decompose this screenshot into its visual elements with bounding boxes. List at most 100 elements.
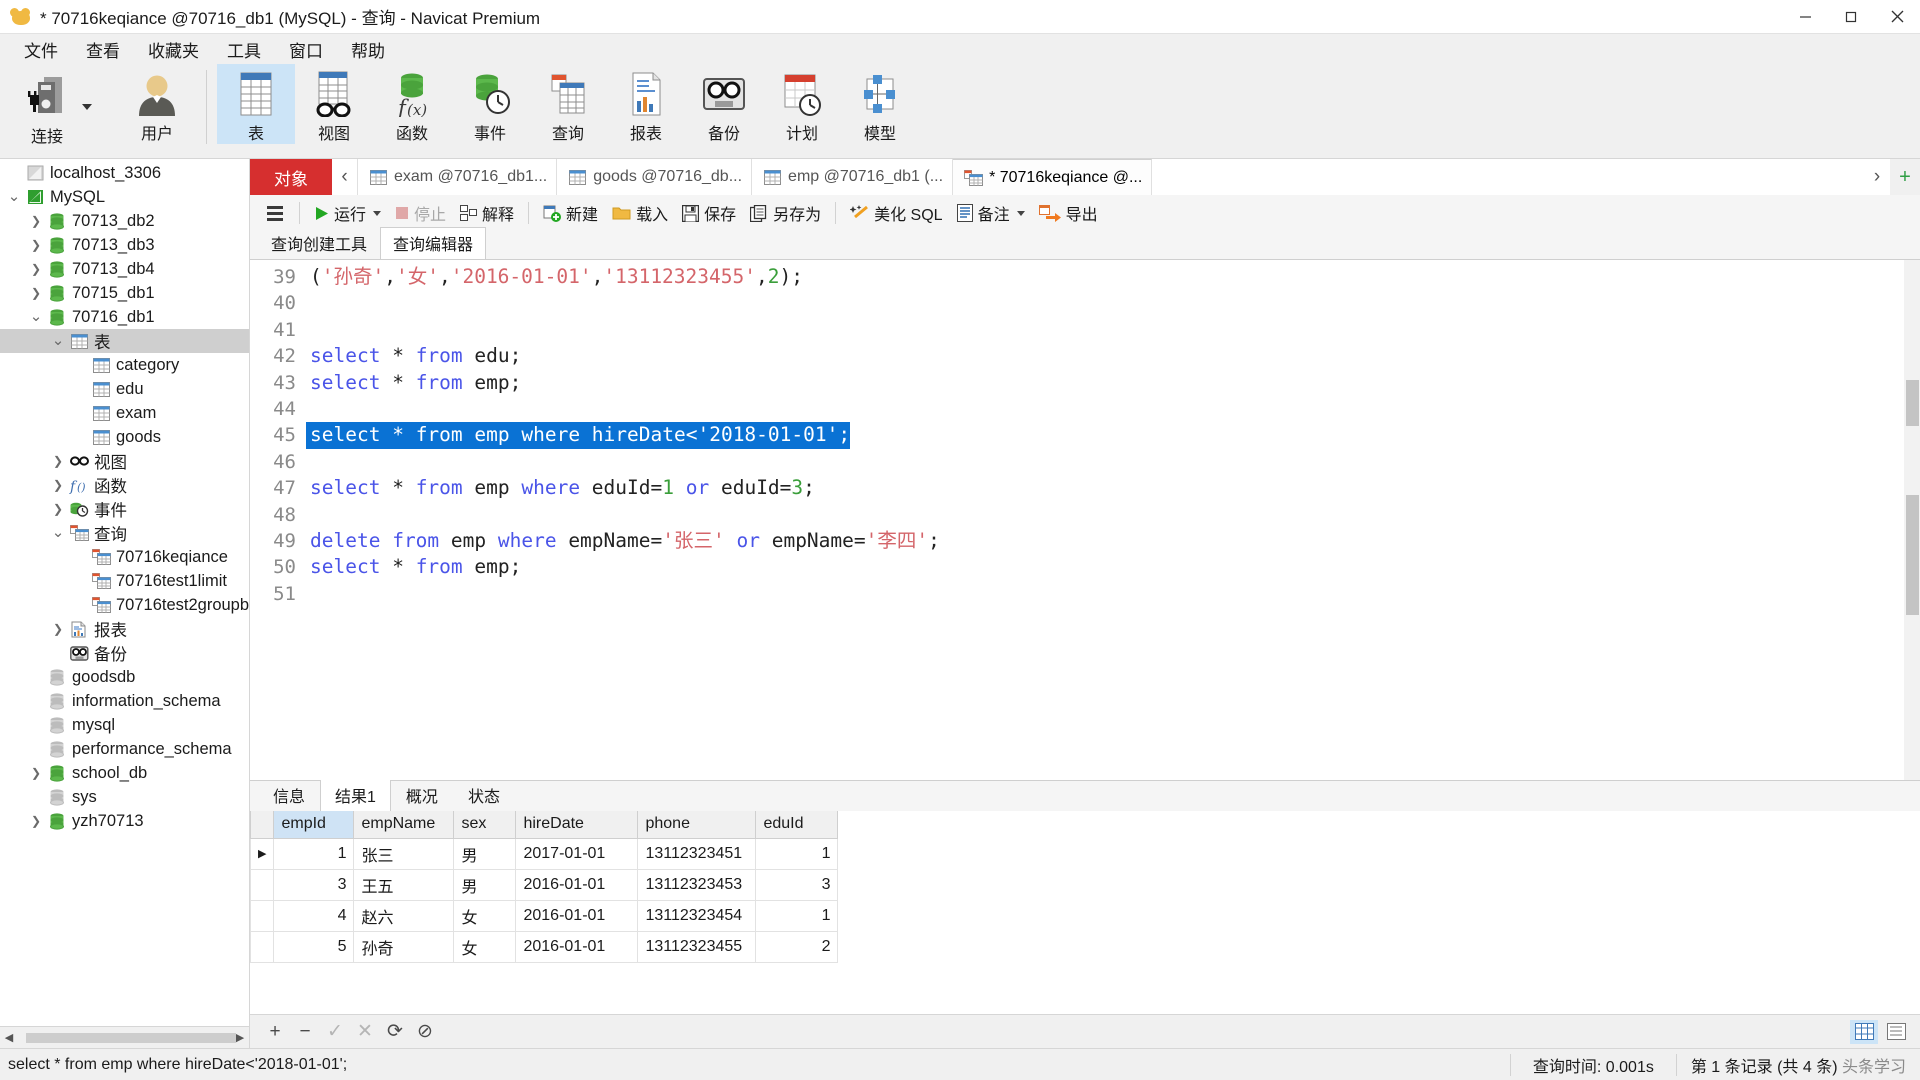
table-cell[interactable]: 2016-01-01 [515, 869, 639, 901]
table-cell[interactable]: 1 [273, 838, 355, 870]
table-cell[interactable]: 2016-01-01 [515, 900, 639, 932]
new-button[interactable]: 新建 [536, 199, 605, 227]
sidebar-item-[interactable]: ⌄ 查询 [0, 521, 249, 545]
minimize-button[interactable] [1782, 0, 1828, 34]
table-row[interactable]: 5 孙奇女 2016-01-01 13112323455 2 [250, 931, 839, 963]
table-cell[interactable]: 2017-01-01 [515, 838, 639, 870]
sidebar-item-[interactable]: ❯ f() 函数 [0, 473, 249, 497]
table-cell[interactable]: 王五 [353, 869, 455, 901]
save-as-button[interactable]: 另存为 [743, 199, 828, 227]
sidebar-item-performance_schema[interactable]: performance_schema [0, 737, 249, 761]
sidebar-item-yzh70713[interactable]: ❯ yzh70713 [0, 809, 249, 833]
table-cell[interactable]: 2 [755, 931, 839, 963]
result-tab[interactable]: 结果1 [320, 778, 391, 811]
table-cell[interactable]: 男 [453, 869, 517, 901]
document-tab[interactable]: exam @70716_db1... [358, 159, 558, 195]
sidebar-item-70713_db4[interactable]: ❯ 70713_db4 [0, 257, 249, 281]
document-tab[interactable]: * 70716keqiance @... [953, 159, 1153, 195]
toolbar-function[interactable]: f (x) 函数 [373, 64, 451, 144]
table-cell[interactable]: 13112323451 [637, 838, 757, 870]
toolbar-report[interactable]: 报表 [607, 64, 685, 144]
table-cell[interactable]: 赵六 [353, 900, 455, 932]
sidebar-item-70716keqiance[interactable]: 70716keqiance [0, 545, 249, 569]
sidebar-item-[interactable]: ❯ 事件 [0, 497, 249, 521]
sidebar-item-70715_db1[interactable]: ❯ 70715_db1 [0, 281, 249, 305]
chevron-right-icon[interactable]: ❯ [26, 262, 46, 276]
table-cell[interactable]: 13112323453 [637, 869, 757, 901]
column-header[interactable]: empName [353, 811, 455, 839]
document-tab[interactable]: emp @70716_db1 (... [752, 159, 954, 195]
export-button[interactable]: 导出 [1032, 199, 1105, 227]
code-line[interactable]: select * from emp; [306, 370, 1920, 396]
sidebar-item-70716test2groupby[interactable]: 70716test2groupby [0, 593, 249, 617]
result-table[interactable]: empId empName sex hireDate phone eduId ▶ 1 张三男 20… [250, 811, 839, 963]
chevron-down-icon[interactable]: ⌄ [48, 525, 68, 540]
table-cell[interactable]: 张三 [353, 838, 455, 870]
menu-favorites[interactable]: 收藏夹 [134, 34, 213, 65]
chevron-down-icon[interactable] [82, 104, 92, 110]
sidebar-item-category[interactable]: category [0, 353, 249, 377]
table-row[interactable]: 4 赵六女 2016-01-01 13112323454 1 [250, 900, 839, 932]
new-tab-button[interactable]: + [1890, 159, 1920, 195]
menu-help[interactable]: 帮助 [337, 34, 399, 65]
table-cell[interactable]: 4 [273, 900, 355, 932]
sidebar-item-exam[interactable]: exam [0, 401, 249, 425]
sidebar-item-[interactable]: ❯ 视图 [0, 449, 249, 473]
scroll-left-icon[interactable]: ◀ [0, 1031, 18, 1044]
toolbar-table[interactable]: 表 [217, 64, 295, 144]
code-line[interactable]: select * from emp where eduId=1 or eduId… [306, 475, 1920, 501]
hamburger-icon[interactable] [258, 202, 292, 224]
sidebar-item-mysql[interactable]: mysql [0, 713, 249, 737]
chevron-right-icon[interactable]: ❯ [48, 502, 68, 516]
chevron-down-icon[interactable]: ⌄ [26, 309, 46, 324]
menu-tools[interactable]: 工具 [213, 34, 275, 65]
load-button[interactable]: 载入 [605, 199, 675, 227]
object-tab[interactable]: 对象 [250, 159, 332, 195]
toolbar-view[interactable]: 视图 [295, 64, 373, 144]
chevron-down-icon[interactable] [373, 210, 382, 216]
sidebar-item-localhost_3306[interactable]: localhost_3306 [0, 161, 249, 185]
chevron-right-icon[interactable]: ❯ [48, 478, 68, 492]
tab-scroll-left-icon[interactable]: ‹ [332, 159, 358, 195]
sidebar-hscrollbar[interactable]: ◀ ▶ [0, 1026, 249, 1048]
chevron-right-icon[interactable]: ❯ [26, 286, 46, 300]
table-cell[interactable]: 孙奇 [353, 931, 455, 963]
table-cell[interactable]: 2016-01-01 [515, 931, 639, 963]
table-cell[interactable]: 13112323454 [637, 900, 757, 932]
table-row[interactable]: 3 王五男 2016-01-01 13112323453 3 [250, 869, 839, 901]
sidebar-item-school_db[interactable]: ❯ school_db [0, 761, 249, 785]
editor-scroll-thumb[interactable] [1906, 495, 1919, 615]
code-line[interactable] [306, 502, 1920, 528]
save-button[interactable]: 保存 [675, 199, 743, 227]
result-grid[interactable]: empId empName sex hireDate phone eduId ▶ 1 张三男 20… [250, 811, 1920, 1014]
toolbar-event[interactable]: 事件 [451, 64, 529, 144]
scroll-thumb[interactable] [26, 1032, 236, 1043]
toolbar-query[interactable]: 查询 [529, 64, 607, 144]
code-line[interactable]: select * from emp; [306, 554, 1920, 580]
chevron-down-icon[interactable]: ⌄ [4, 189, 24, 204]
sidebar-item-goodsdb[interactable]: goodsdb [0, 665, 249, 689]
sidebar-item-[interactable]: 备份 [0, 641, 249, 665]
table-cell[interactable]: 1 [755, 838, 839, 870]
table-cell[interactable]: 女 [453, 900, 517, 932]
chevron-right-icon[interactable]: ❯ [26, 814, 46, 828]
chevron-right-icon[interactable]: ❯ [48, 454, 68, 468]
chevron-down-icon[interactable] [1016, 210, 1025, 216]
stop-loading-button[interactable]: ⊘ [410, 1020, 440, 1043]
code-line[interactable]: delete from emp where empName='张三' or em… [306, 528, 1920, 554]
code-line[interactable] [306, 317, 1920, 343]
table-cell[interactable]: 3 [273, 869, 355, 901]
sidebar-item-[interactable]: ❯ 报表 [0, 617, 249, 641]
column-header[interactable]: empId [273, 811, 355, 839]
chevron-down-icon[interactable]: ⌄ [48, 333, 68, 348]
sidebar-item-sys[interactable]: sys [0, 785, 249, 809]
note-button[interactable]: 备注 [950, 199, 1032, 227]
column-header[interactable]: hireDate [515, 811, 639, 839]
add-record-button[interactable]: + [260, 1021, 290, 1043]
sidebar-item-information_schema[interactable]: information_schema [0, 689, 249, 713]
sidebar-item-goods[interactable]: goods [0, 425, 249, 449]
beautify-sql-button[interactable]: 美化 SQL [843, 199, 949, 227]
sidebar-item-70713_db2[interactable]: ❯ 70713_db2 [0, 209, 249, 233]
close-button[interactable] [1874, 0, 1920, 34]
toolbar-connection[interactable]: 连接 [8, 64, 118, 146]
